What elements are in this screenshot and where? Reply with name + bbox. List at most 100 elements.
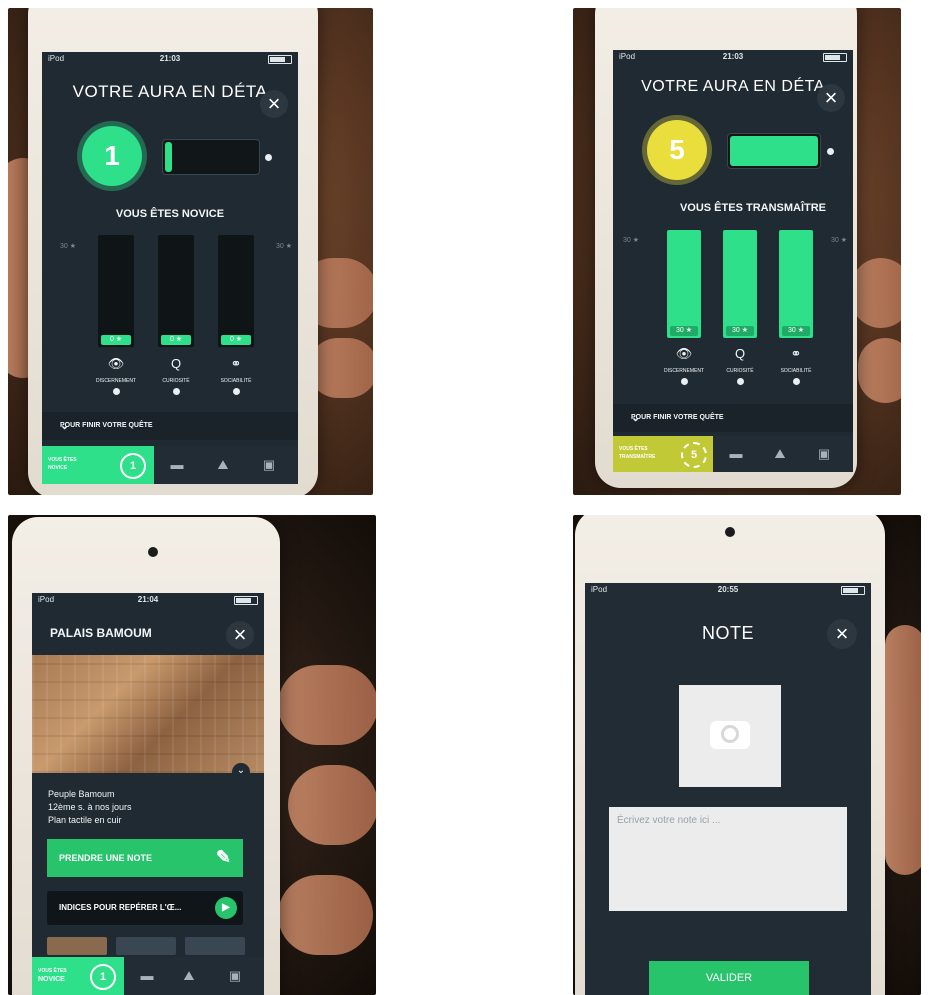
trait-score: 30 ★ bbox=[670, 326, 698, 336]
info-icon[interactable] bbox=[827, 148, 834, 155]
trait-name: CURIOSITÉ bbox=[726, 368, 754, 374]
close-button[interactable]: × bbox=[827, 619, 857, 649]
scale-max-label: 30 ★ bbox=[60, 243, 77, 250]
trait-name: SOCIABILITÉ bbox=[220, 378, 252, 384]
tab-profile[interactable]: VOUS ÊTES NOVICE 1 bbox=[42, 446, 154, 484]
status-bar: iPod 20:55 bbox=[585, 583, 871, 597]
tab-profile[interactable]: VOUS ÊTES TRANSMAÎTRE 5 bbox=[613, 436, 713, 472]
close-button[interactable]: × bbox=[260, 90, 288, 118]
trait-bar-fill bbox=[723, 230, 757, 338]
tab-badge-line2: TRANSMAÎTRE bbox=[619, 454, 656, 460]
trait-name: DISCERNEMENT bbox=[95, 378, 136, 384]
chevron-down-icon[interactable]: ⌄ bbox=[232, 763, 250, 781]
pencil-icon: ✎ bbox=[215, 847, 231, 867]
scale-max-label: 30 ★ bbox=[275, 243, 292, 250]
battery-icon bbox=[841, 586, 865, 595]
info-icon[interactable] bbox=[793, 378, 800, 385]
note-icon[interactable]: ▣ bbox=[224, 968, 246, 984]
eye-icon: 👁 bbox=[107, 356, 125, 371]
level-progress-bar bbox=[162, 139, 260, 175]
artwork-people: Peuple Bamoum bbox=[48, 789, 115, 799]
close-button[interactable]: × bbox=[817, 84, 845, 112]
chat-icon[interactable]: ▬ bbox=[725, 446, 747, 461]
info-icon[interactable] bbox=[265, 154, 272, 161]
take-note-label: PRENDRE UNE NOTE bbox=[59, 853, 153, 863]
status-bar: iPod 21:04 bbox=[32, 593, 264, 607]
artwork-material: Plan tactile en cuir bbox=[48, 815, 122, 825]
thumbnail[interactable] bbox=[47, 937, 107, 955]
trait-bar-fill bbox=[779, 230, 813, 338]
tab-bar: VOUS ÊTES NOVICE 1 ▬ ⛰ ▣ bbox=[32, 957, 264, 995]
level-progress-fill bbox=[165, 142, 172, 172]
screen-aura-novice: iPod 21:03 VOTRE AURA EN DÉTA × 1 VOUS Ê… bbox=[42, 52, 298, 484]
photo-aura-master: iPod 21:03 VOTRE AURA EN DÉTA × 5 VOUS Ê… bbox=[573, 8, 901, 495]
map-icon[interactable]: ⛰ bbox=[769, 446, 791, 462]
clock: 20:55 bbox=[717, 585, 739, 594]
artwork-image bbox=[32, 655, 264, 773]
chat-icon[interactable]: ▬ bbox=[136, 968, 158, 983]
quest-accordion[interactable]: POUR FINIR VOTRE QUÊTE ⌄ bbox=[42, 412, 298, 440]
note-icon[interactable]: ▣ bbox=[258, 457, 280, 473]
add-photo-button[interactable] bbox=[679, 685, 781, 787]
play-icon: ▶ bbox=[215, 897, 237, 919]
screen-note: iPod 20:55 NOTE × Écrivez votre note ici… bbox=[585, 583, 871, 995]
quest-accordion[interactable]: POUR FINIR VOTRE QUÊTE ⌄ bbox=[613, 404, 853, 432]
finger bbox=[858, 338, 901, 403]
map-icon[interactable]: ⛰ bbox=[178, 968, 200, 984]
trait-score: 0 ★ bbox=[221, 335, 251, 345]
trait-bar-fill bbox=[667, 230, 701, 338]
clock: 21:04 bbox=[137, 595, 159, 604]
screen-palais: iPod 21:04 PALAIS BAMOUM × ⌄ Peuple Bamo… bbox=[32, 593, 264, 995]
level-badge: 5 bbox=[647, 120, 707, 180]
info-icon[interactable] bbox=[737, 378, 744, 385]
take-note-button[interactable]: PRENDRE UNE NOTE ✎ bbox=[47, 839, 243, 877]
finger bbox=[288, 765, 376, 845]
tab-level-circle: 1 bbox=[90, 964, 116, 990]
note-textarea[interactable]: Écrivez votre note ici ... bbox=[609, 807, 847, 911]
tab-level-circle: 1 bbox=[120, 453, 146, 479]
info-icon[interactable] bbox=[173, 388, 180, 395]
trait-score: 0 ★ bbox=[101, 335, 131, 345]
tab-badge-line2: NOVICE bbox=[48, 465, 68, 471]
thumbnail[interactable] bbox=[116, 937, 176, 955]
magnifier-icon: Q bbox=[170, 356, 182, 371]
info-icon[interactable] bbox=[113, 388, 120, 395]
trait-bar-sociabilite: 0 ★ bbox=[218, 235, 254, 347]
map-icon[interactable]: ⛰ bbox=[212, 457, 234, 473]
camera-lens bbox=[721, 725, 739, 743]
trait-bar-curiosite: 0 ★ bbox=[158, 235, 194, 347]
trait-bar-sociabilite: 30 ★ bbox=[779, 230, 813, 338]
crowned-eye-icon: 👁 bbox=[675, 346, 693, 361]
close-button[interactable]: × bbox=[226, 621, 254, 649]
thumbnail[interactable] bbox=[185, 937, 245, 955]
trait-score: 0 ★ bbox=[161, 335, 191, 345]
level-badge: 1 bbox=[82, 126, 142, 186]
battery-icon bbox=[234, 596, 258, 605]
trait-bar-discernement: 30 ★ bbox=[667, 230, 701, 338]
submit-button[interactable]: VALIDER bbox=[649, 961, 809, 995]
tab-bar: VOUS ÊTES NOVICE 1 ▬ ⛰ ▣ bbox=[42, 446, 298, 484]
status-bar: iPod 21:03 bbox=[613, 50, 853, 64]
finger bbox=[851, 258, 901, 328]
battery-icon bbox=[823, 53, 847, 62]
info-icon[interactable] bbox=[233, 388, 240, 395]
info-icon[interactable] bbox=[681, 378, 688, 385]
tab-badge-line2: NOVICE bbox=[38, 976, 65, 983]
submit-label: VALIDER bbox=[705, 972, 753, 984]
tab-badge-line1: VOUS ÊTES bbox=[48, 457, 77, 463]
hints-button[interactable]: INDICES POUR REPÉRER L'Œ... ▶ bbox=[47, 891, 243, 925]
trait-bar-curiosite: 30 ★ bbox=[723, 230, 757, 338]
crowned-magnifier-icon: Q bbox=[734, 346, 746, 361]
hints-label: INDICES POUR REPÉRER L'Œ... bbox=[59, 903, 182, 912]
tab-profile[interactable]: VOUS ÊTES NOVICE 1 bbox=[32, 957, 124, 995]
trait-score: 30 ★ bbox=[782, 326, 810, 336]
clock: 21:03 bbox=[722, 52, 744, 61]
note-icon[interactable]: ▣ bbox=[813, 446, 835, 462]
tab-badge-line1: VOUS ÊTES bbox=[619, 446, 648, 452]
photo-note: iPod 20:55 NOTE × Écrivez votre note ici… bbox=[573, 515, 921, 995]
camera-dot bbox=[148, 547, 158, 557]
tab-bar: VOUS ÊTES TRANSMAÎTRE 5 ▬ ⛰ ▣ bbox=[613, 436, 853, 472]
chat-icon[interactable]: ▬ bbox=[166, 457, 188, 472]
scale-max-label: 30 ★ bbox=[623, 237, 640, 244]
trait-bar-discernement: 0 ★ bbox=[98, 235, 134, 347]
